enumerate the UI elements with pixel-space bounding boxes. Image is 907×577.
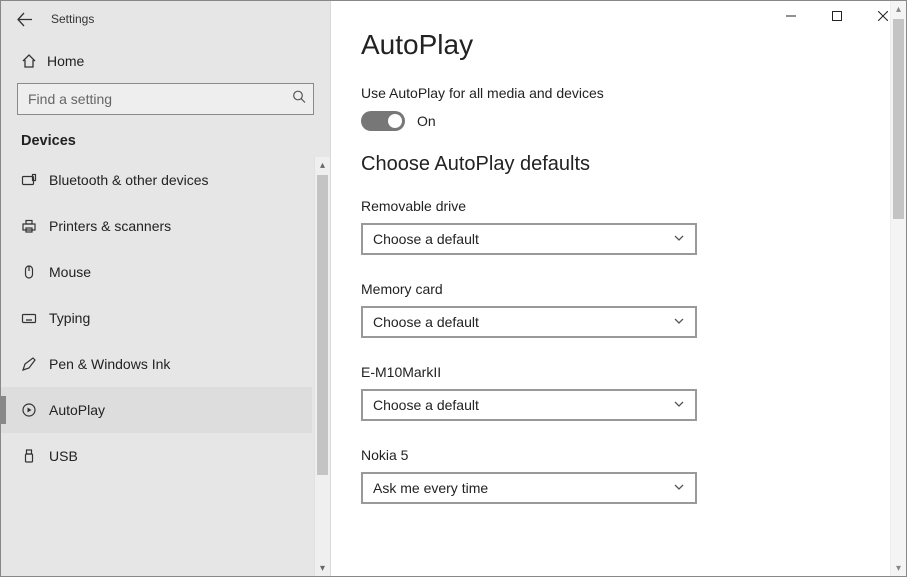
select-nokia5[interactable]: Ask me every time [361, 472, 697, 504]
field-label-nokia5: Nokia 5 [361, 447, 906, 463]
titlebar: Settings [1, 1, 330, 37]
select-memory-card[interactable]: Choose a default [361, 306, 697, 338]
select-value: Choose a default [373, 314, 479, 330]
select-em10[interactable]: Choose a default [361, 389, 697, 421]
chevron-down-icon [673, 397, 685, 413]
select-value: Choose a default [373, 231, 479, 247]
sidebar-item-label: Mouse [49, 264, 91, 280]
usb-icon [21, 448, 49, 464]
scrollbar-thumb[interactable] [893, 19, 904, 219]
autoplay-toggle[interactable] [361, 111, 405, 131]
sidebar-item-typing[interactable]: Typing [1, 295, 312, 341]
mouse-icon [21, 264, 49, 280]
sidebar-item-label: Printers & scanners [49, 218, 171, 234]
scroll-down-icon[interactable]: ▾ [891, 560, 906, 576]
select-value: Ask me every time [373, 480, 488, 496]
sidebar-item-usb[interactable]: USB [1, 433, 312, 479]
sidebar-item-label: Bluetooth & other devices [49, 172, 209, 188]
autoplay-icon [21, 402, 49, 418]
field-label-removable-drive: Removable drive [361, 198, 906, 214]
home-link[interactable]: Home [1, 37, 330, 83]
home-label: Home [47, 53, 84, 69]
bluetooth-icon [21, 172, 49, 188]
sidebar-item-pen[interactable]: Pen & Windows Ink [1, 341, 312, 387]
sidebar-item-printers[interactable]: Printers & scanners [1, 203, 312, 249]
pen-icon [21, 356, 49, 372]
main-scrollbar[interactable]: ▴ ▾ [890, 1, 906, 576]
defaults-subheader: Choose AutoPlay defaults [361, 153, 906, 176]
scrollbar-thumb[interactable] [317, 175, 328, 475]
select-removable-drive[interactable]: Choose a default [361, 223, 697, 255]
chevron-down-icon [673, 314, 685, 330]
page-title: AutoPlay [361, 29, 906, 61]
window-title: Settings [51, 12, 94, 26]
printer-icon [21, 218, 49, 234]
maximize-button[interactable] [814, 1, 860, 31]
section-label: Devices [1, 133, 330, 157]
toggle-description: Use AutoPlay for all media and devices [361, 85, 906, 101]
minimize-button[interactable] [768, 1, 814, 31]
field-label-em10: E-M10MarkII [361, 364, 906, 380]
window-controls [768, 1, 906, 31]
search-input[interactable] [17, 83, 314, 115]
sidebar-item-label: USB [49, 448, 78, 464]
toggle-state-text: On [417, 113, 436, 129]
main-content: AutoPlay Use AutoPlay for all media and … [331, 1, 906, 576]
chevron-down-icon [673, 231, 685, 247]
scroll-down-icon[interactable]: ▾ [315, 560, 330, 576]
scroll-up-icon[interactable]: ▴ [891, 1, 906, 17]
sidebar: Settings Home Devices Bluetooth & other … [1, 1, 331, 576]
sidebar-item-mouse[interactable]: Mouse [1, 249, 312, 295]
home-icon [21, 53, 47, 69]
sidebar-scrollbar[interactable]: ▴ ▾ [314, 157, 330, 576]
scroll-up-icon[interactable]: ▴ [315, 157, 330, 173]
sidebar-item-autoplay[interactable]: AutoPlay [1, 387, 312, 433]
sidebar-item-bluetooth[interactable]: Bluetooth & other devices [1, 157, 312, 203]
sidebar-nav: Bluetooth & other devices Printers & sca… [1, 157, 330, 576]
field-label-memory-card: Memory card [361, 281, 906, 297]
toggle-knob [388, 114, 402, 128]
sidebar-item-label: Pen & Windows Ink [49, 356, 170, 372]
back-button[interactable] [1, 1, 47, 37]
search-field[interactable] [17, 83, 314, 115]
arrow-left-icon [17, 12, 32, 27]
chevron-down-icon [673, 480, 685, 496]
keyboard-icon [21, 310, 49, 326]
select-value: Choose a default [373, 397, 479, 413]
sidebar-item-label: Typing [49, 310, 90, 326]
sidebar-item-label: AutoPlay [49, 402, 105, 418]
